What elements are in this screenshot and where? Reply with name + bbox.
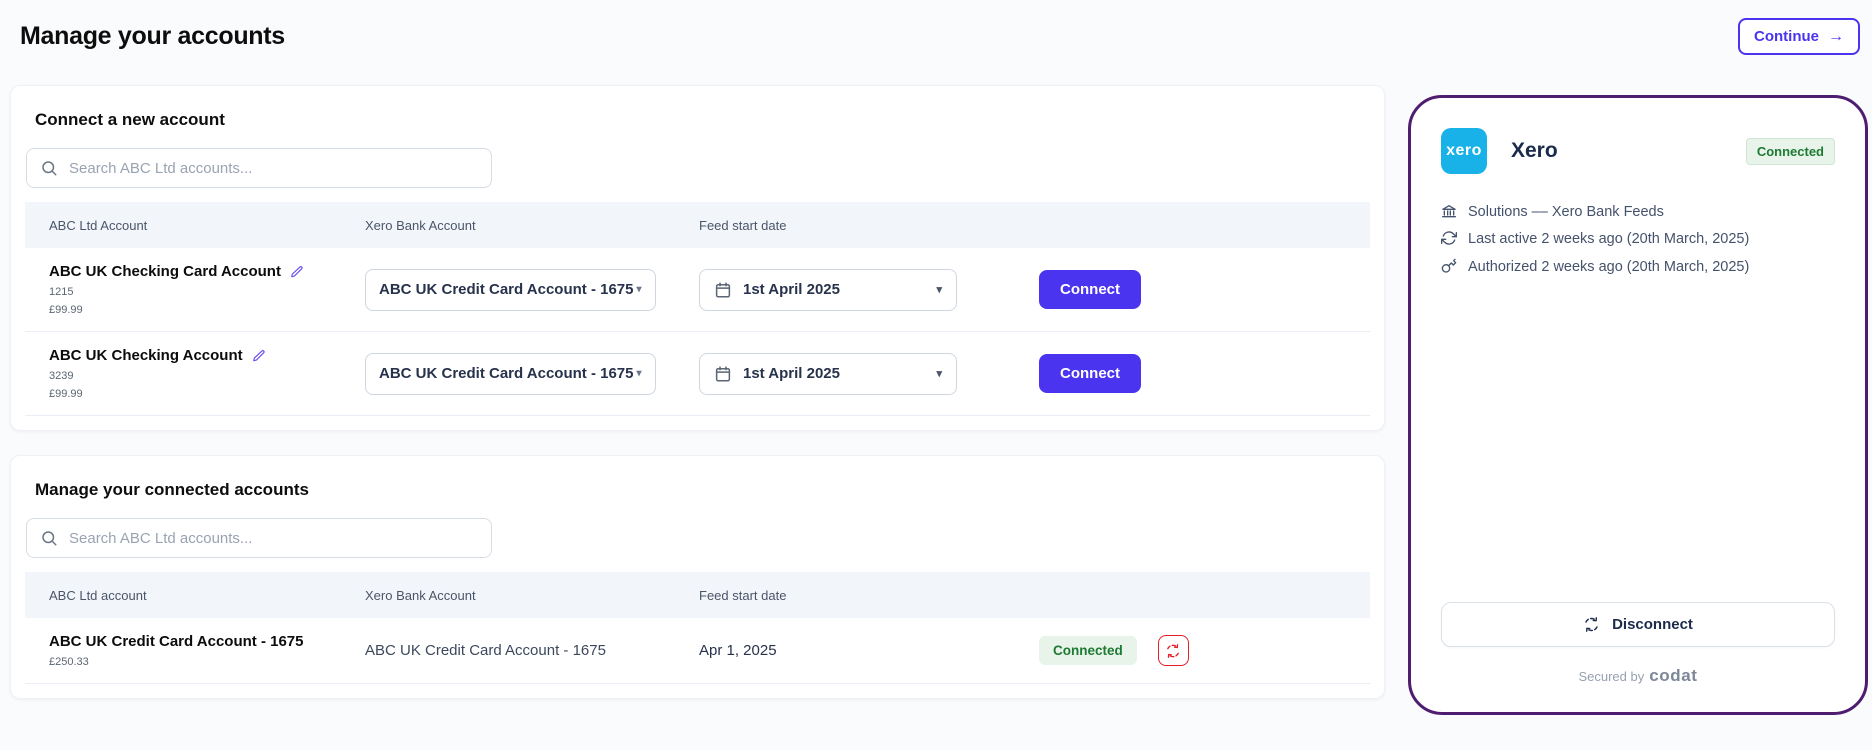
connected-table-header: ABC Ltd account Xero Bank Account Feed s…: [25, 572, 1370, 618]
xero-account-select[interactable]: ABC UK Credit Card Account - 1675 ▾: [365, 353, 656, 395]
panel-header: xero Xero Connected: [1441, 128, 1835, 174]
column-header-xero-account: Xero Bank Account: [365, 588, 699, 603]
action-cell: Connect: [989, 354, 1370, 393]
connected-section-heading: Manage your connected accounts: [35, 480, 1360, 500]
account-cell: ABC UK Credit Card Account - 1675 £250.3…: [25, 633, 365, 668]
account-name-label: ABC UK Checking Account: [49, 347, 243, 364]
feed-start-date-cell: Apr 1, 2025: [699, 642, 989, 659]
connect-button[interactable]: Connect: [1039, 354, 1141, 393]
broken-sync-icon: [1583, 616, 1600, 633]
xero-logo: xero: [1441, 128, 1487, 174]
connect-new-account-card: Connect a new account ABC Ltd Account Xe…: [10, 85, 1385, 431]
column-header-feed-start-date: Feed start date: [699, 588, 989, 603]
bank-icon: [1441, 203, 1457, 219]
detail-text: Solutions –– Xero Bank Feeds: [1468, 202, 1664, 222]
account-name: ABC UK Checking Account: [49, 347, 365, 364]
manage-accounts-page: Manage your accounts Continue → Connect …: [0, 0, 1872, 723]
broken-sync-icon: [1165, 643, 1181, 659]
xero-account-cell: ABC UK Credit Card Account - 1675: [365, 642, 699, 659]
integration-details: Solutions –– Xero Bank Feeds Last active…: [1441, 202, 1835, 284]
connect-search-input[interactable]: [69, 160, 478, 177]
connect-section-heading: Connect a new account: [35, 110, 1360, 130]
status-badge: Connected: [1039, 636, 1137, 665]
detail-solutions: Solutions –– Xero Bank Feeds: [1441, 202, 1835, 222]
integration-name: Xero: [1511, 139, 1558, 163]
connected-search-box: [26, 518, 492, 558]
xero-account-select-value: ABC UK Credit Card Account - 1675: [379, 281, 634, 298]
arrow-right-icon: →: [1828, 29, 1844, 45]
xero-account-cell: ABC UK Credit Card Account - 1675 ▾: [365, 353, 699, 395]
chevron-down-icon: ▾: [637, 284, 642, 295]
xero-account-select-value: ABC UK Credit Card Account - 1675: [379, 365, 634, 382]
column-header-xero-account: Xero Bank Account: [365, 218, 699, 233]
search-icon: [40, 159, 58, 177]
search-icon: [40, 529, 58, 547]
xero-integration-panel: xero Xero Connected Solutions –– Xero Ba…: [1408, 95, 1868, 715]
disconnect-button-label: Disconnect: [1612, 616, 1693, 633]
account-balance: £250.33: [49, 656, 365, 668]
chevron-down-icon: ▾: [936, 283, 942, 296]
main-layout: Connect a new account ABC Ltd Account Xe…: [10, 85, 1868, 723]
column-header-feed-start-date: Feed start date: [699, 218, 989, 233]
edit-pencil-icon[interactable]: [252, 349, 266, 363]
top-bar: Manage your accounts Continue →: [10, 12, 1868, 55]
account-name: ABC UK Credit Card Account - 1675: [49, 633, 365, 650]
disconnect-account-button[interactable]: [1158, 635, 1189, 666]
feed-start-date-cell: 1st April 2025 ▾: [699, 353, 989, 395]
secured-by-label: Secured by: [1578, 669, 1644, 684]
feed-start-date-picker[interactable]: 1st April 2025 ▾: [699, 353, 957, 395]
column-header-abc-account: ABC Ltd account: [25, 588, 365, 603]
status-cell: Connected: [1039, 635, 1370, 666]
account-name-label: ABC UK Checking Card Account: [49, 263, 281, 280]
secured-by: Secured by codat: [1441, 666, 1835, 686]
xero-account-select[interactable]: ABC UK Credit Card Account - 1675 ▾: [365, 269, 656, 311]
table-row: ABC UK Checking Account 3239 £99.99 ABC …: [25, 332, 1370, 416]
connect-table-header: ABC Ltd Account Xero Bank Account Feed s…: [25, 202, 1370, 248]
table-row: ABC UK Credit Card Account - 1675 £250.3…: [25, 618, 1370, 684]
connected-accounts-card: Manage your connected accounts ABC Ltd a…: [10, 455, 1385, 699]
key-icon: [1441, 258, 1457, 274]
connect-search-box: [26, 148, 492, 188]
detail-text: Authorized 2 weeks ago (20th March, 2025…: [1468, 257, 1749, 277]
feed-start-date-value: 1st April 2025: [743, 365, 840, 382]
feed-start-date-picker[interactable]: 1st April 2025 ▾: [699, 269, 957, 311]
chevron-down-icon: ▾: [936, 367, 942, 380]
account-number: 1215: [49, 286, 365, 298]
page-title: Manage your accounts: [20, 22, 285, 51]
action-cell: Connect: [989, 270, 1370, 309]
feed-start-date-cell: 1st April 2025 ▾: [699, 269, 989, 311]
calendar-icon: [714, 281, 732, 299]
sync-icon: [1441, 230, 1457, 246]
connect-button[interactable]: Connect: [1039, 270, 1141, 309]
edit-pencil-icon[interactable]: [290, 265, 304, 279]
account-name-label: ABC UK Credit Card Account - 1675: [49, 633, 304, 650]
account-name: ABC UK Checking Card Account: [49, 263, 365, 280]
detail-text: Last active 2 weeks ago (20th March, 202…: [1468, 229, 1749, 249]
accounts-column: Connect a new account ABC Ltd Account Xe…: [10, 85, 1385, 723]
disconnect-button[interactable]: Disconnect: [1441, 602, 1835, 647]
account-cell: ABC UK Checking Account 3239 £99.99: [25, 347, 365, 400]
chevron-down-icon: ▾: [637, 368, 642, 379]
account-number: 3239: [49, 370, 365, 382]
calendar-icon: [714, 365, 732, 383]
xero-account-cell: ABC UK Credit Card Account - 1675 ▾: [365, 269, 699, 311]
status-badge: Connected: [1746, 138, 1835, 165]
feed-start-date-value: 1st April 2025: [743, 281, 840, 298]
account-balance: £99.99: [49, 388, 365, 400]
detail-last-active: Last active 2 weeks ago (20th March, 202…: [1441, 229, 1835, 249]
account-cell: ABC UK Checking Card Account 1215 £99.99: [25, 263, 365, 316]
continue-button-label: Continue: [1754, 28, 1819, 45]
detail-authorized: Authorized 2 weeks ago (20th March, 2025…: [1441, 257, 1835, 277]
codat-logo: codat: [1649, 666, 1697, 685]
connected-search-input[interactable]: [69, 530, 478, 547]
account-balance: £99.99: [49, 304, 365, 316]
continue-button[interactable]: Continue →: [1738, 18, 1860, 55]
column-header-abc-account: ABC Ltd Account: [25, 218, 365, 233]
table-row: ABC UK Checking Card Account 1215 £99.99…: [25, 248, 1370, 332]
